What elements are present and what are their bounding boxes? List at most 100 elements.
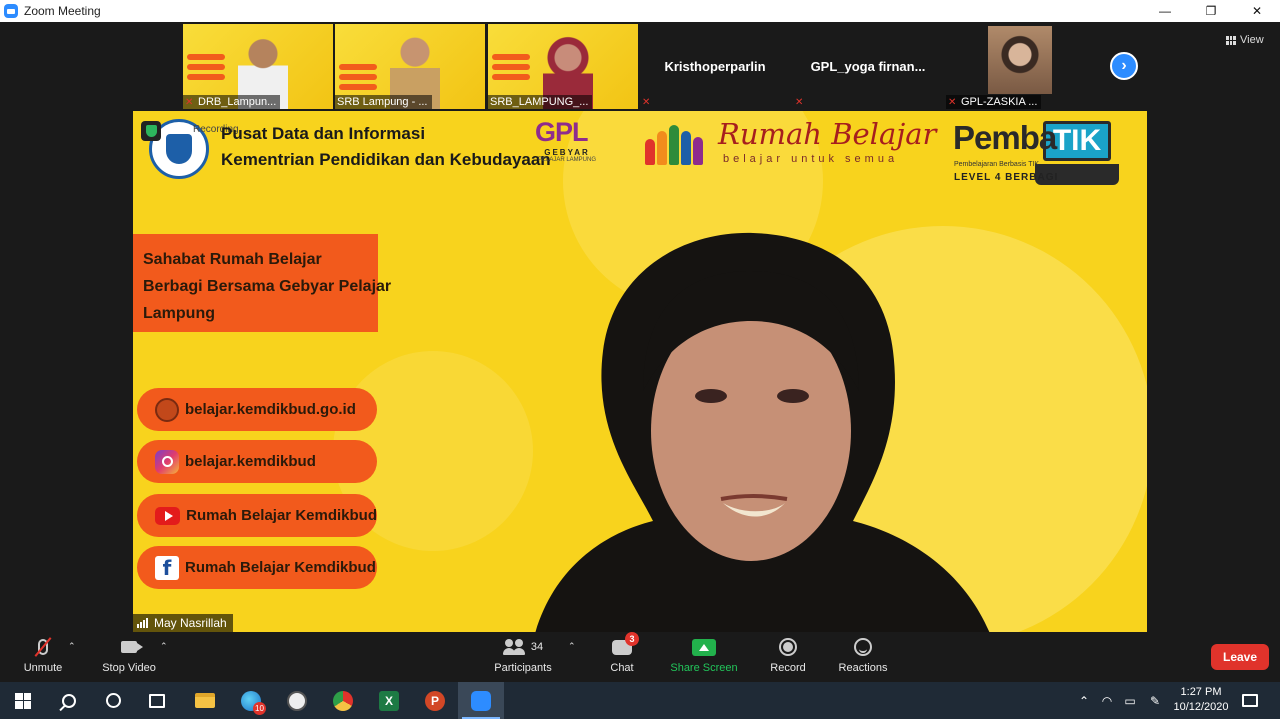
taskbar-chrome[interactable]: [320, 682, 366, 719]
unmute-label: Unmute: [23, 662, 63, 674]
reactions-button[interactable]: Reactions: [837, 636, 889, 674]
search-icon: [62, 693, 76, 708]
gpl-logo-sub: GEBYAR: [544, 148, 590, 157]
system-clock[interactable]: 1:27 PM 10/12/2020: [1168, 685, 1234, 715]
record-icon: [779, 636, 797, 658]
taskbar-file-explorer[interactable]: [182, 682, 228, 719]
pen-icon[interactable]: ✎: [1145, 682, 1165, 719]
stop-video-label: Stop Video: [102, 662, 156, 674]
show-hidden-icons-button[interactable]: ⌃: [1074, 682, 1094, 719]
participant-strip: ✕ DRB_Lampun... SRB Lampung - ... SRB_LAM…: [0, 22, 1280, 110]
participant-name-display: Kristhoperparlin: [664, 59, 766, 74]
participant-tile[interactable]: ✕ DRB_Lampun...: [183, 24, 333, 109]
edge-notification-badge: 10: [253, 702, 266, 715]
active-speaker-label: May Nasrillah: [133, 614, 233, 632]
taskbar-edge[interactable]: 10: [228, 682, 274, 719]
signal-strength-icon: [137, 618, 149, 628]
chat-button[interactable]: 3 Chat: [607, 631, 639, 674]
participants-button[interactable]: 34 Participants: [492, 636, 554, 674]
security-shield-icon[interactable]: [141, 121, 161, 141]
participant-name-label: ✕ GPL-ZASKIA ...: [946, 95, 1042, 109]
task-view-button[interactable]: [134, 682, 180, 719]
participants-label: Participants: [494, 662, 552, 674]
powerpoint-icon: P: [425, 690, 445, 711]
window-title: Zoom Meeting: [24, 4, 101, 18]
windows-taskbar: 10 X P ⌃ ◠ ▭ ✎ 1:27 PM 10/12/2020: [0, 682, 1280, 719]
pill-text: Rumah Belajar Kemdikbud: [185, 559, 376, 576]
windows-logo-icon: [15, 692, 31, 709]
unmute-button[interactable]: Unmute: [22, 636, 64, 674]
share-screen-label: Share Screen: [670, 662, 738, 674]
reactions-label: Reactions: [838, 662, 888, 674]
muted-mic-icon: ✕: [642, 96, 651, 108]
view-button[interactable]: View: [1226, 34, 1264, 46]
cortana-button[interactable]: [90, 682, 136, 719]
youtube-pill: Rumah Belajar Kemdikbud: [137, 494, 377, 537]
leave-button[interactable]: Leave: [1211, 644, 1269, 670]
start-button[interactable]: [0, 682, 46, 719]
action-center-button[interactable]: [1238, 682, 1262, 719]
audio-options-caret[interactable]: ⌃: [68, 642, 76, 651]
slide-title-box: Sahabat Rumah Belajar Berbagi Bersama Ge…: [133, 234, 392, 332]
chevron-right-icon: ›: [1121, 57, 1127, 74]
view-label: View: [1240, 34, 1264, 46]
tile-slide-element: [187, 74, 225, 80]
muted-mic-icon: [34, 636, 52, 658]
stop-video-button[interactable]: Stop Video: [100, 636, 158, 674]
participant-tile[interactable]: SRB_LAMPUNG_...: [488, 24, 638, 109]
tile-slide-element: [339, 74, 377, 80]
cortana-icon: [105, 693, 121, 708]
next-page-button[interactable]: ›: [1110, 52, 1138, 80]
speaker-camera-feed: [493, 231, 1013, 632]
rumah-belajar-figures-icon: [643, 119, 713, 165]
restore-button[interactable]: ❐: [1188, 0, 1234, 22]
taskbar-app[interactable]: [274, 682, 320, 719]
grid-view-icon: [1226, 35, 1236, 45]
zoom-icon: [471, 690, 491, 711]
wifi-icon[interactable]: ◠: [1097, 682, 1117, 719]
search-button[interactable]: [46, 682, 92, 719]
slide-title-line: Berbagi Bersama Gebyar Pelajar: [143, 278, 392, 295]
share-screen-button[interactable]: Share Screen: [670, 636, 738, 674]
muted-mic-icon: ✕: [185, 96, 194, 108]
participant-tile[interactable]: ✕ GPL-ZASKIA ...: [946, 24, 1096, 109]
instagram-pill: belajar.kemdikbud: [137, 440, 377, 483]
tile-slide-element: [492, 64, 530, 70]
pill-text: Rumah Belajar Kemdikbud: [186, 507, 377, 524]
taskbar-excel[interactable]: X: [366, 682, 412, 719]
youtube-icon: [155, 506, 181, 525]
participant-name-label: ✕: [640, 95, 659, 109]
minimize-button[interactable]: —: [1142, 0, 1188, 22]
participant-tile[interactable]: Kristhoperparlin ✕: [640, 24, 790, 109]
participant-tile[interactable]: GPL_yoga firnan... ✕: [793, 24, 943, 109]
slide-title-line: Sahabat Rumah Belajar: [143, 251, 322, 268]
rumah-belajar-logo: Rumah Belajar belajar untuk semua: [643, 115, 936, 171]
muted-mic-icon: ✕: [795, 96, 804, 108]
speaker-name: May Nasrillah: [154, 616, 227, 630]
participants-options-caret[interactable]: ⌃: [568, 642, 576, 651]
participant-name-label: ✕ DRB_Lampun...: [183, 95, 281, 109]
gpl-logo: GPL GEBYAR PELAJAR LAMPUNG: [535, 117, 599, 171]
gpl-logo-sub2: PELAJAR LAMPUNG: [537, 157, 597, 163]
chat-icon: 3: [612, 631, 639, 658]
close-button[interactable]: ✕: [1234, 0, 1280, 22]
tile-slide-element: [187, 64, 225, 70]
record-label: Record: [770, 662, 806, 674]
tik-text: TIK: [1052, 124, 1102, 157]
network-icon[interactable]: ▭: [1120, 682, 1140, 719]
video-camera-icon: [121, 636, 143, 658]
notification-icon: [1242, 694, 1258, 707]
record-button[interactable]: Record: [768, 636, 808, 674]
taskbar-zoom[interactable]: [458, 682, 504, 719]
clock-time: 1:27 PM: [1180, 686, 1222, 698]
taskbar-powerpoint[interactable]: P: [412, 682, 458, 719]
folder-icon: [195, 693, 215, 708]
participant-tile[interactable]: SRB Lampung - ...: [335, 24, 485, 109]
video-options-caret[interactable]: ⌃: [160, 642, 168, 651]
facebook-pill: f Rumah Belajar Kemdikbud: [137, 546, 377, 589]
rumah-belajar-title: Rumah Belajar: [718, 117, 937, 151]
window-controls: — ❐ ✕: [1142, 0, 1280, 22]
tile-slide-element: [339, 64, 377, 70]
participants-icon: 34: [502, 636, 543, 658]
excel-icon: X: [379, 690, 399, 711]
